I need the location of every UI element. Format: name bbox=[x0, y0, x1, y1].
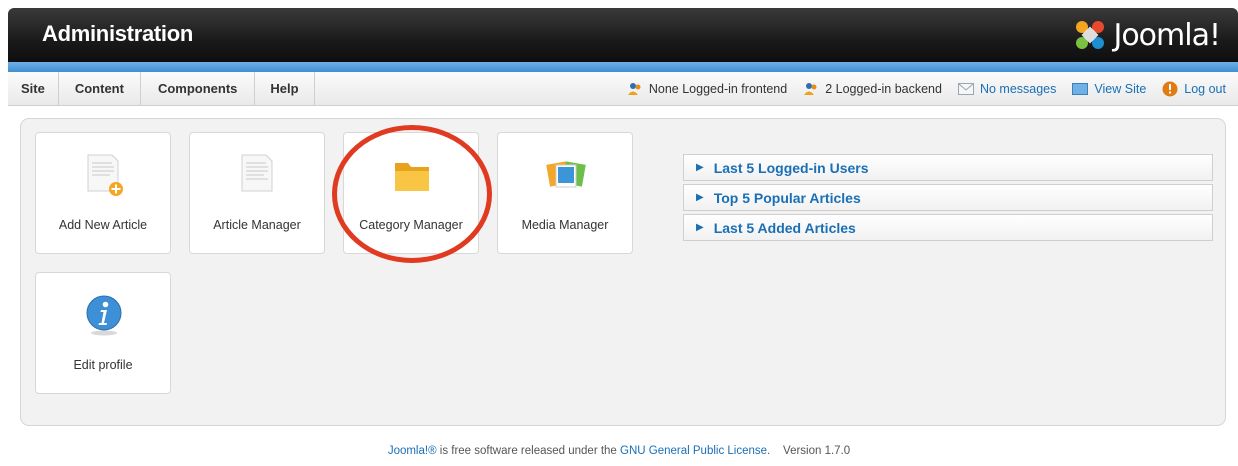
accordion-label: Last 5 Added Articles bbox=[713, 219, 856, 236]
media-manager-label: Media Manager bbox=[521, 218, 609, 232]
accordion-last-logged-in-users[interactable]: ▶ Last 5 Logged-in Users bbox=[683, 154, 1213, 181]
version-label: Version 1.7.0 bbox=[783, 445, 851, 457]
page-title: Administration bbox=[42, 21, 194, 46]
footer-period: . bbox=[767, 445, 784, 457]
backend-users-status: 2 Logged-in backend bbox=[803, 82, 942, 96]
menu-bar: Site Content Components Help None Logged… bbox=[8, 72, 1238, 106]
frontend-users-status: None Logged-in frontend bbox=[627, 82, 787, 96]
control-panel: Add New Article Article Manager Category… bbox=[20, 118, 1226, 426]
media-icon bbox=[546, 161, 586, 188]
footer: Joomla!® is free software released under… bbox=[0, 445, 1238, 457]
view-site-link[interactable]: View Site bbox=[1072, 82, 1146, 96]
accordion-last-added-articles[interactable]: ▶ Last 5 Added Articles bbox=[683, 214, 1213, 241]
logo-text: Joomla! bbox=[1113, 17, 1221, 53]
add-new-article-button[interactable]: Add New Article bbox=[35, 132, 171, 254]
messages-link[interactable]: No messages bbox=[957, 82, 1057, 96]
expand-arrow-icon: ▶ bbox=[696, 222, 704, 233]
header-accent-strip bbox=[8, 62, 1238, 72]
header-bar: Administration Joomla! bbox=[8, 8, 1238, 62]
info-icon bbox=[86, 295, 122, 336]
monitor-icon bbox=[1072, 83, 1089, 95]
expand-arrow-icon: ▶ bbox=[696, 162, 704, 173]
category-manager-label: Category Manager bbox=[359, 218, 463, 232]
menu-item-site[interactable]: Site bbox=[8, 72, 59, 106]
category-manager-button[interactable]: Category Manager bbox=[343, 132, 479, 254]
logout-link[interactable]: Log out bbox=[1162, 81, 1226, 97]
accordion-label: Top 5 Popular Articles bbox=[713, 189, 861, 206]
media-manager-button[interactable]: Media Manager bbox=[497, 132, 633, 254]
envelope-icon bbox=[957, 83, 974, 95]
users-icon bbox=[804, 83, 817, 95]
folder-icon bbox=[395, 163, 429, 191]
frontend-users-label: None Logged-in frontend bbox=[648, 82, 788, 96]
gpl-license-link[interactable]: GNU General Public License bbox=[620, 445, 767, 457]
article-manager-label: Article Manager bbox=[213, 218, 301, 232]
edit-profile-label: Edit profile bbox=[73, 358, 133, 372]
joomla-logo: Joomla! bbox=[1073, 17, 1221, 53]
footer-text: is free software released under the bbox=[436, 445, 621, 457]
accordion-top-popular-articles[interactable]: ▶ Top 5 Popular Articles bbox=[683, 184, 1213, 211]
article-icon bbox=[241, 154, 273, 192]
edit-profile-button[interactable]: Edit profile bbox=[35, 272, 171, 394]
add-article-icon bbox=[87, 154, 123, 196]
menu-item-help[interactable]: Help bbox=[255, 72, 315, 106]
accordion-label: Last 5 Logged-in Users bbox=[713, 159, 869, 176]
menu-item-components[interactable]: Components bbox=[141, 72, 256, 106]
article-manager-button[interactable]: Article Manager bbox=[189, 132, 325, 254]
joomla-link[interactable]: Joomla!® bbox=[388, 445, 437, 457]
logout-label: Log out bbox=[1184, 82, 1226, 96]
users-icon bbox=[627, 83, 641, 95]
backend-users-label: 2 Logged-in backend bbox=[825, 82, 942, 96]
view-site-label: View Site bbox=[1094, 82, 1147, 96]
logout-icon bbox=[1162, 81, 1178, 97]
add-new-article-label: Add New Article bbox=[58, 218, 148, 232]
expand-arrow-icon: ▶ bbox=[696, 192, 704, 203]
joomla-logo-icon bbox=[1076, 21, 1105, 49]
menu-item-content[interactable]: Content bbox=[59, 72, 141, 106]
messages-label: No messages bbox=[979, 82, 1057, 96]
